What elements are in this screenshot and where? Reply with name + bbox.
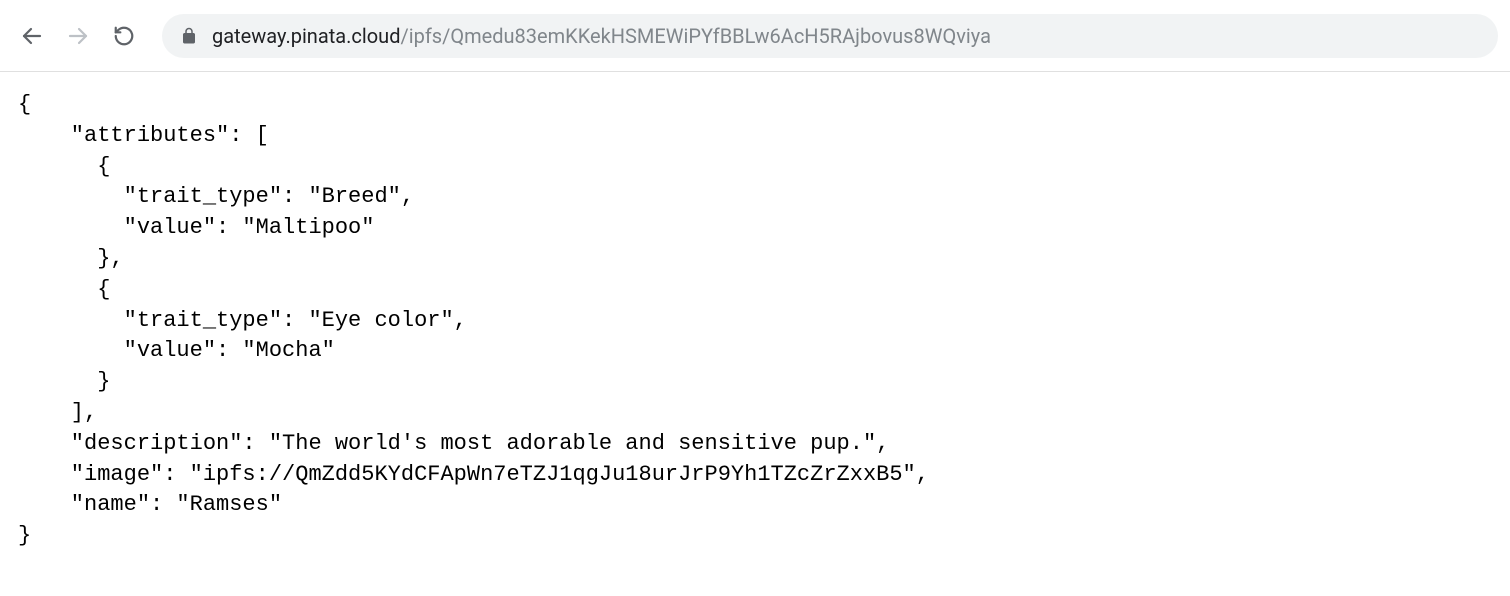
url-domain: gateway.pinata.cloud [212,24,400,48]
page-content: { "attributes": [ { "trait_type": "Breed… [0,72,1510,570]
browser-toolbar: gateway.pinata.cloud/ipfs/Qmedu83emKKekH… [0,0,1510,72]
url-text: gateway.pinata.cloud/ipfs/Qmedu83emKKekH… [212,24,991,48]
address-bar[interactable]: gateway.pinata.cloud/ipfs/Qmedu83emKKekH… [162,14,1498,58]
json-body: { "attributes": [ { "trait_type": "Breed… [18,90,1492,552]
forward-button[interactable] [58,16,98,56]
back-button[interactable] [12,16,52,56]
url-path: /ipfs/Qmedu83emKKekHSMEWiPYfBBLw6AcH5RAj… [400,24,991,48]
lock-icon [180,27,198,45]
reload-button[interactable] [104,16,144,56]
